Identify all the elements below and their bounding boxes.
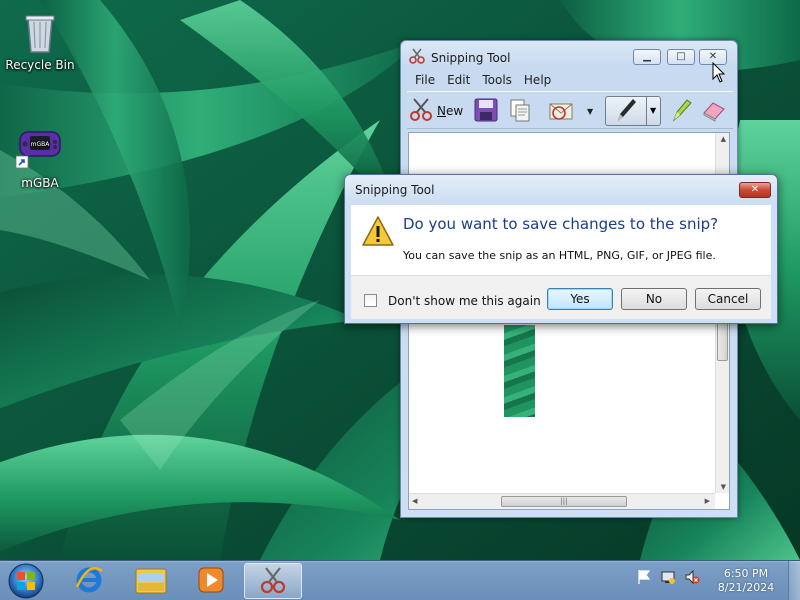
copy-icon (507, 97, 533, 126)
close-icon: ✕ (750, 184, 760, 195)
show-desktop-button[interactable] (788, 561, 800, 600)
maximize-icon: □ (676, 51, 686, 62)
svg-text:mGBA: mGBA (31, 141, 51, 148)
taskbar-internet-explorer[interactable] (60, 563, 118, 599)
window-title: Snipping Tool (431, 51, 511, 65)
toolbar: New ▼ ▼ (407, 91, 733, 129)
send-snip-dropdown[interactable]: ▼ (587, 97, 593, 125)
action-center-flag-icon[interactable] (636, 569, 652, 588)
save-button[interactable] (473, 97, 499, 125)
taskbar-windows-explorer[interactable] (122, 563, 180, 599)
windows-explorer-icon (134, 565, 168, 598)
scroll-right-arrow-icon[interactable]: ▶ (705, 497, 710, 505)
taskbar: 6:50 PM 8/21/2024 (0, 560, 800, 600)
eraser-button[interactable] (701, 97, 727, 125)
pen-dropdown-chevron-icon[interactable]: ▼ (650, 106, 656, 115)
menu-tools[interactable]: Tools (476, 71, 518, 89)
dialog-body: Do you want to save changes to the snip?… (351, 205, 771, 275)
minimize-icon: ▁ (643, 51, 651, 62)
copy-button[interactable] (507, 97, 533, 125)
highlighter-button[interactable] (669, 97, 693, 125)
horizontal-scroll-thumb[interactable]: ||| (501, 496, 627, 507)
dialog-footer: Don't show me this again Yes No Cancel (351, 275, 771, 319)
pen-button[interactable]: ▼ (605, 96, 661, 126)
dont-show-again-checkbox[interactable] (364, 294, 377, 307)
dont-show-again-label[interactable]: Don't show me this again (388, 294, 541, 308)
pen-icon (614, 97, 638, 126)
menu-file[interactable]: File (409, 71, 441, 89)
window-titlebar[interactable]: Snipping Tool ▁ □ ✕ (401, 41, 737, 71)
menu-bar: File Edit Tools Help (409, 71, 557, 89)
menu-help[interactable]: Help (518, 71, 557, 89)
scroll-up-arrow-icon[interactable]: ▲ (721, 135, 726, 143)
volume-muted-icon[interactable] (684, 569, 700, 588)
scissors-icon (409, 97, 435, 126)
desktop-icon-recycle-bin[interactable]: Recycle Bin (0, 8, 80, 72)
no-button[interactable]: No (621, 288, 687, 310)
system-tray (636, 569, 700, 588)
horizontal-scrollbar[interactable]: ◀ ||| ▶ (409, 493, 715, 509)
media-player-icon (196, 565, 226, 598)
dialog-heading: Do you want to save changes to the snip? (403, 215, 719, 233)
save-icon (473, 97, 499, 126)
recycle-bin-icon (16, 8, 64, 56)
close-icon: ✕ (708, 51, 718, 62)
minimize-button[interactable]: ▁ (633, 49, 661, 65)
scroll-down-arrow-icon[interactable]: ▼ (721, 483, 726, 491)
clock-date: 8/21/2024 (717, 581, 775, 594)
start-button[interactable] (6, 562, 46, 600)
yes-button[interactable]: Yes (547, 288, 613, 310)
snipping-tool-icon (258, 565, 288, 598)
desktop-icon-label: Recycle Bin (5, 58, 75, 72)
menu-edit[interactable]: Edit (441, 71, 476, 89)
clock-time: 6:50 PM (723, 567, 769, 580)
dialog-message: You can save the snip as an HTML, PNG, G… (403, 249, 716, 262)
mouse-cursor (712, 61, 726, 84)
dialog-title: Snipping Tool (355, 183, 435, 197)
eraser-icon (701, 97, 727, 126)
taskbar-media-player[interactable] (182, 563, 240, 599)
scroll-left-arrow-icon[interactable]: ◀ (412, 497, 417, 505)
internet-explorer-icon (74, 565, 104, 598)
save-changes-dialog: Snipping Tool ✕ Do you want to save chan… (344, 174, 778, 324)
network-icon[interactable] (660, 569, 676, 588)
taskbar-snipping-tool[interactable] (244, 563, 302, 599)
vertical-scroll-thumb[interactable] (717, 321, 728, 361)
snip-image (504, 325, 535, 417)
chevron-down-icon: ▼ (587, 106, 594, 116)
maximize-button[interactable]: □ (667, 49, 695, 65)
scissors-icon (409, 48, 425, 64)
send-snip-button[interactable] (547, 97, 577, 125)
new-label: New (437, 104, 464, 118)
cancel-button[interactable]: Cancel (695, 288, 761, 310)
warning-icon (361, 215, 395, 247)
new-snip-button[interactable]: New (409, 97, 463, 125)
taskbar-clock[interactable]: 6:50 PM 8/21/2024 (706, 567, 786, 595)
mgba-app-icon: mGBA (15, 126, 64, 174)
desktop-icon-mgba[interactable]: mGBA mGBA (0, 126, 80, 190)
dialog-close-button[interactable]: ✕ (739, 182, 771, 198)
highlighter-icon (669, 97, 693, 126)
desktop-icon-label: mGBA (21, 176, 59, 190)
send-snip-icon (547, 97, 577, 126)
